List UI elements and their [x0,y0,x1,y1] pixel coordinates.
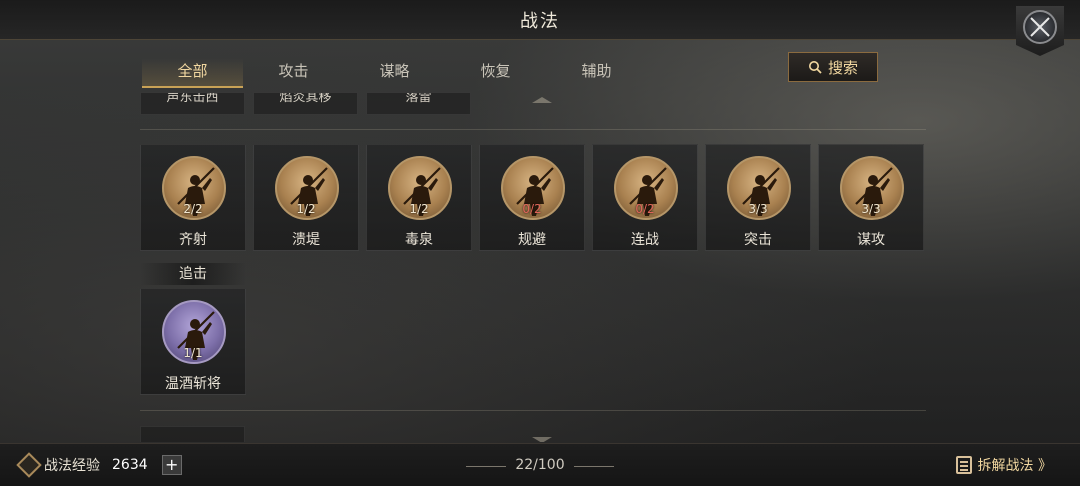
crossed-swords-icon [1023,10,1057,44]
bottom-bar: 战法经验 2634 + 22/100 拆解战法 》 [0,443,1080,486]
skill-card-partial[interactable]: 落雷 [366,92,471,115]
tab-support[interactable]: 辅助 [546,58,647,88]
skill-name: 规避 [518,232,546,248]
skill-name: 齐射 [179,232,207,248]
tab-strategy[interactable]: 谋略 [344,58,445,88]
skill-count-label: 1/1 [183,346,203,360]
skill-card[interactable]: 2/2 齐射 [140,144,246,251]
skill-count-label: 3/3 [748,202,768,216]
skill-card-partial[interactable]: 声东击西 [140,92,245,115]
skill-card[interactable]: 1/2 溃堤 [253,144,359,251]
skill-name: 连战 [631,232,659,248]
dismantle-label: 拆解战法 》 [977,458,1052,474]
page-title: 战法 [520,10,560,32]
close-button[interactable] [1016,6,1064,56]
search-button[interactable]: 搜索 [788,52,878,82]
tab-recovery[interactable]: 恢复 [445,58,546,88]
tab-all[interactable]: 全部 [142,58,243,88]
skill-name: 突击 [744,232,772,248]
skill-card[interactable]: 1/2 毒泉 [366,144,472,251]
category-tabs: 全部 攻击 谋略 恢复 辅助 [142,58,647,88]
skill-card[interactable]: 0/2 连战 [592,144,698,251]
skill-count-label: 0/2 [522,202,542,216]
skill-count-label: 1/2 [409,202,429,216]
skill-count-label: 1/2 [296,202,316,216]
skill-count-label: 2/2 [183,202,203,216]
scroll-down-icon[interactable] [532,437,552,442]
exp-badge-icon [16,452,42,478]
skill-card-partial[interactable] [140,426,245,442]
skill-card[interactable]: 0/2 规避 [479,144,585,251]
scroll-up-icon[interactable] [532,97,552,103]
skill-list[interactable]: 声东击西 焰炎其移 落雷 2/2 齐射 1/2 溃堤 1/2 毒泉 0/2 规避 0/2 连战 3/… [140,92,930,442]
skill-name: 溃堤 [292,232,320,248]
exp-value: 2634 [112,457,148,473]
skill-card[interactable]: 3/3 突击 [705,144,811,251]
section-label-pursuit: 追击 [140,263,246,285]
search-label: 搜索 [827,58,858,77]
partial-row: 声东击西 焰炎其移 落雷 [140,92,930,116]
skill-count-label: 0/2 [635,202,655,216]
dismantle-skill-button[interactable]: 拆解战法 》 [955,455,1052,475]
exp-label: 战法经验 [44,458,100,474]
tab-attack[interactable]: 攻击 [243,58,344,88]
document-icon [955,456,972,474]
skill-count: 22/100 [466,457,614,473]
search-icon [808,61,822,74]
title-bar: 战法 [0,0,1080,40]
skill-name: 毒泉 [405,232,433,248]
skill-card-partial[interactable]: 焰炎其移 [253,92,358,115]
divider [140,129,926,130]
skill-card[interactable]: 3/3 谋攻 [818,144,924,251]
skill-count-label: 3/3 [861,202,881,216]
skill-exp: 战法经验 2634 + [16,452,182,478]
skill-name: 谋攻 [857,232,885,248]
skill-name: 温酒斩将 [165,376,221,392]
divider [140,410,926,411]
skill-card[interactable]: 1/1 温酒斩将 [140,288,246,395]
add-exp-button[interactable]: + [161,455,182,475]
